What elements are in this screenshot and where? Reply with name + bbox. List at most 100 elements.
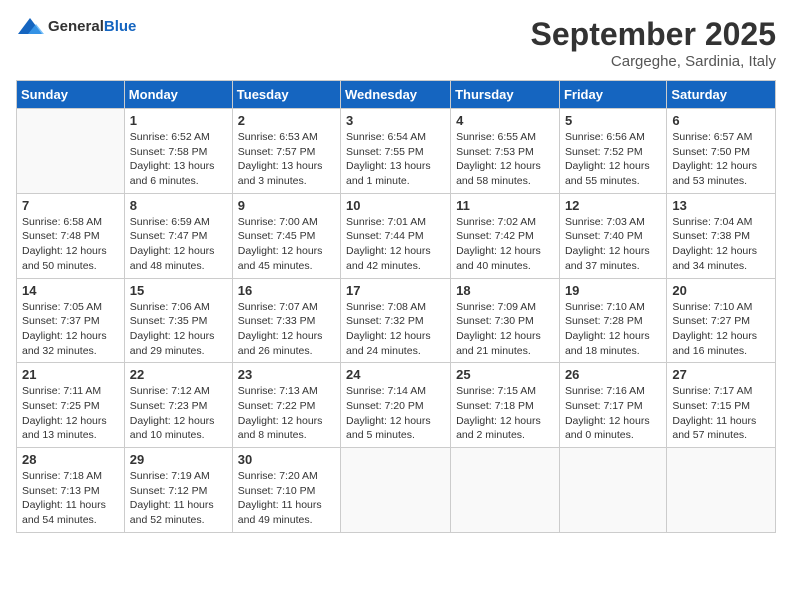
day-number: 2 <box>238 113 335 128</box>
page-header: GeneralBlue September 2025 Cargeghe, Sar… <box>16 16 776 70</box>
weekday-header: Tuesday <box>232 81 340 109</box>
day-info: Sunrise: 7:19 AMSunset: 7:12 PMDaylight:… <box>130 469 227 528</box>
calendar-cell: 4 Sunrise: 6:55 AMSunset: 7:53 PMDaylight… <box>451 109 560 194</box>
day-info: Sunrise: 7:00 AMSunset: 7:45 PMDaylight:… <box>238 215 335 274</box>
calendar-cell: 15 Sunrise: 7:06 AMSunset: 7:35 PMDayligh… <box>124 278 232 363</box>
day-info: Sunrise: 7:20 AMSunset: 7:10 PMDaylight:… <box>238 469 335 528</box>
calendar-cell: 17 Sunrise: 7:08 AMSunset: 7:32 PMDayligh… <box>341 278 451 363</box>
calendar-cell: 13 Sunrise: 7:04 AMSunset: 7:38 PMDayligh… <box>667 193 776 278</box>
day-info: Sunrise: 7:12 AMSunset: 7:23 PMDaylight:… <box>130 384 227 443</box>
day-info: Sunrise: 7:02 AMSunset: 7:42 PMDaylight:… <box>456 215 554 274</box>
day-number: 12 <box>565 198 661 213</box>
calendar-cell: 10 Sunrise: 7:01 AMSunset: 7:44 PMDayligh… <box>341 193 451 278</box>
day-info: Sunrise: 6:57 AMSunset: 7:50 PMDaylight:… <box>672 130 770 189</box>
calendar-cell: 23 Sunrise: 7:13 AMSunset: 7:22 PMDayligh… <box>232 363 340 448</box>
calendar-cell: 27Sunrise: 7:17 AMSunset: 7:15 PMDayligh… <box>667 363 776 448</box>
location-title: Cargeghe, Sardinia, Italy <box>531 53 776 70</box>
day-info: Sunrise: 6:56 AMSunset: 7:52 PMDaylight:… <box>565 130 661 189</box>
day-number: 5 <box>565 113 661 128</box>
calendar-cell: 6 Sunrise: 6:57 AMSunset: 7:50 PMDaylight… <box>667 109 776 194</box>
day-info: Sunrise: 6:53 AMSunset: 7:57 PMDaylight:… <box>238 130 335 189</box>
calendar-cell: 30 Sunrise: 7:20 AMSunset: 7:10 PMDayligh… <box>232 448 340 533</box>
calendar-cell: 12 Sunrise: 7:03 AMSunset: 7:40 PMDayligh… <box>559 193 666 278</box>
calendar-cell: 19 Sunrise: 7:10 AMSunset: 7:28 PMDayligh… <box>559 278 666 363</box>
day-info: Sunrise: 7:11 AMSunset: 7:25 PMDaylight:… <box>22 384 119 443</box>
day-info: Sunrise: 7:16 AMSunset: 7:17 PMDaylight:… <box>565 384 661 443</box>
day-info: Sunrise: 7:18 AMSunset: 7:13 PMDaylight:… <box>22 469 119 528</box>
calendar-cell: 28 Sunrise: 7:18 AMSunset: 7:13 PMDayligh… <box>17 448 125 533</box>
day-number: 14 <box>22 283 119 298</box>
day-number: 28 <box>22 452 119 467</box>
day-info: Sunrise: 7:15 AMSunset: 7:18 PMDaylight:… <box>456 384 554 443</box>
calendar-cell: 29 Sunrise: 7:19 AMSunset: 7:12 PMDayligh… <box>124 448 232 533</box>
day-number: 30 <box>238 452 335 467</box>
day-number: 29 <box>130 452 227 467</box>
weekday-header: Thursday <box>451 81 560 109</box>
weekday-header-row: SundayMondayTuesdayWednesdayThursdayFrid… <box>17 81 776 109</box>
day-info: Sunrise: 7:05 AMSunset: 7:37 PMDaylight:… <box>22 300 119 359</box>
logo-general: General <box>48 18 104 35</box>
day-info: Sunrise: 6:55 AMSunset: 7:53 PMDaylight:… <box>456 130 554 189</box>
day-info: Sunrise: 7:17 AMSunset: 7:15 PMDaylight:… <box>672 384 770 443</box>
logo: GeneralBlue <box>16 16 136 38</box>
calendar-cell: 14 Sunrise: 7:05 AMSunset: 7:37 PMDayligh… <box>17 278 125 363</box>
calendar-table: SundayMondayTuesdayWednesdayThursdayFrid… <box>16 80 776 533</box>
logo-icon <box>16 16 44 38</box>
day-number: 18 <box>456 283 554 298</box>
calendar-cell: 22 Sunrise: 7:12 AMSunset: 7:23 PMDayligh… <box>124 363 232 448</box>
day-info: Sunrise: 6:58 AMSunset: 7:48 PMDaylight:… <box>22 215 119 274</box>
calendar-cell: 18Sunrise: 7:09 AMSunset: 7:30 PMDayligh… <box>451 278 560 363</box>
day-info: Sunrise: 7:10 AMSunset: 7:27 PMDaylight:… <box>672 300 770 359</box>
day-info: Sunrise: 7:01 AMSunset: 7:44 PMDaylight:… <box>346 215 445 274</box>
calendar-cell: 8 Sunrise: 6:59 AMSunset: 7:47 PMDaylight… <box>124 193 232 278</box>
day-number: 13 <box>672 198 770 213</box>
calendar-cell <box>451 448 560 533</box>
calendar-week-row: 7 Sunrise: 6:58 AMSunset: 7:48 PMDaylight… <box>17 193 776 278</box>
calendar-cell <box>17 109 125 194</box>
day-number: 15 <box>130 283 227 298</box>
calendar-cell: 20Sunrise: 7:10 AMSunset: 7:27 PMDayligh… <box>667 278 776 363</box>
day-info: Sunrise: 7:03 AMSunset: 7:40 PMDaylight:… <box>565 215 661 274</box>
calendar-cell: 21 Sunrise: 7:11 AMSunset: 7:25 PMDayligh… <box>17 363 125 448</box>
day-info: Sunrise: 7:06 AMSunset: 7:35 PMDaylight:… <box>130 300 227 359</box>
calendar-cell: 25 Sunrise: 7:15 AMSunset: 7:18 PMDayligh… <box>451 363 560 448</box>
calendar-cell <box>341 448 451 533</box>
day-number: 3 <box>346 113 445 128</box>
month-title: September 2025 <box>531 16 776 53</box>
calendar-cell: 7 Sunrise: 6:58 AMSunset: 7:48 PMDaylight… <box>17 193 125 278</box>
weekday-header: Saturday <box>667 81 776 109</box>
day-number: 10 <box>346 198 445 213</box>
calendar-cell <box>667 448 776 533</box>
day-info: Sunrise: 7:07 AMSunset: 7:33 PMDaylight:… <box>238 300 335 359</box>
day-number: 7 <box>22 198 119 213</box>
day-number: 19 <box>565 283 661 298</box>
calendar-week-row: 1Sunrise: 6:52 AMSunset: 7:58 PMDaylight… <box>17 109 776 194</box>
calendar-cell: 9 Sunrise: 7:00 AMSunset: 7:45 PMDaylight… <box>232 193 340 278</box>
calendar-cell: 24Sunrise: 7:14 AMSunset: 7:20 PMDayligh… <box>341 363 451 448</box>
day-number: 6 <box>672 113 770 128</box>
calendar-week-row: 28 Sunrise: 7:18 AMSunset: 7:13 PMDayligh… <box>17 448 776 533</box>
day-number: 9 <box>238 198 335 213</box>
calendar-cell <box>559 448 666 533</box>
calendar-cell: 26Sunrise: 7:16 AMSunset: 7:17 PMDayligh… <box>559 363 666 448</box>
logo-blue: Blue <box>104 18 137 35</box>
day-info: Sunrise: 7:04 AMSunset: 7:38 PMDaylight:… <box>672 215 770 274</box>
day-info: Sunrise: 7:13 AMSunset: 7:22 PMDaylight:… <box>238 384 335 443</box>
day-number: 21 <box>22 367 119 382</box>
day-info: Sunrise: 6:59 AMSunset: 7:47 PMDaylight:… <box>130 215 227 274</box>
calendar-cell: 3 Sunrise: 6:54 AMSunset: 7:55 PMDaylight… <box>341 109 451 194</box>
weekday-header: Wednesday <box>341 81 451 109</box>
weekday-header: Friday <box>559 81 666 109</box>
calendar-cell: 2 Sunrise: 6:53 AMSunset: 7:57 PMDaylight… <box>232 109 340 194</box>
day-number: 1 <box>130 113 227 128</box>
day-number: 4 <box>456 113 554 128</box>
day-info: Sunrise: 7:08 AMSunset: 7:32 PMDaylight:… <box>346 300 445 359</box>
day-number: 8 <box>130 198 227 213</box>
day-number: 23 <box>238 367 335 382</box>
day-number: 17 <box>346 283 445 298</box>
calendar-cell: 1Sunrise: 6:52 AMSunset: 7:58 PMDaylight… <box>124 109 232 194</box>
day-info: Sunrise: 7:10 AMSunset: 7:28 PMDaylight:… <box>565 300 661 359</box>
day-info: Sunrise: 6:54 AMSunset: 7:55 PMDaylight:… <box>346 130 445 189</box>
day-number: 25 <box>456 367 554 382</box>
day-number: 22 <box>130 367 227 382</box>
